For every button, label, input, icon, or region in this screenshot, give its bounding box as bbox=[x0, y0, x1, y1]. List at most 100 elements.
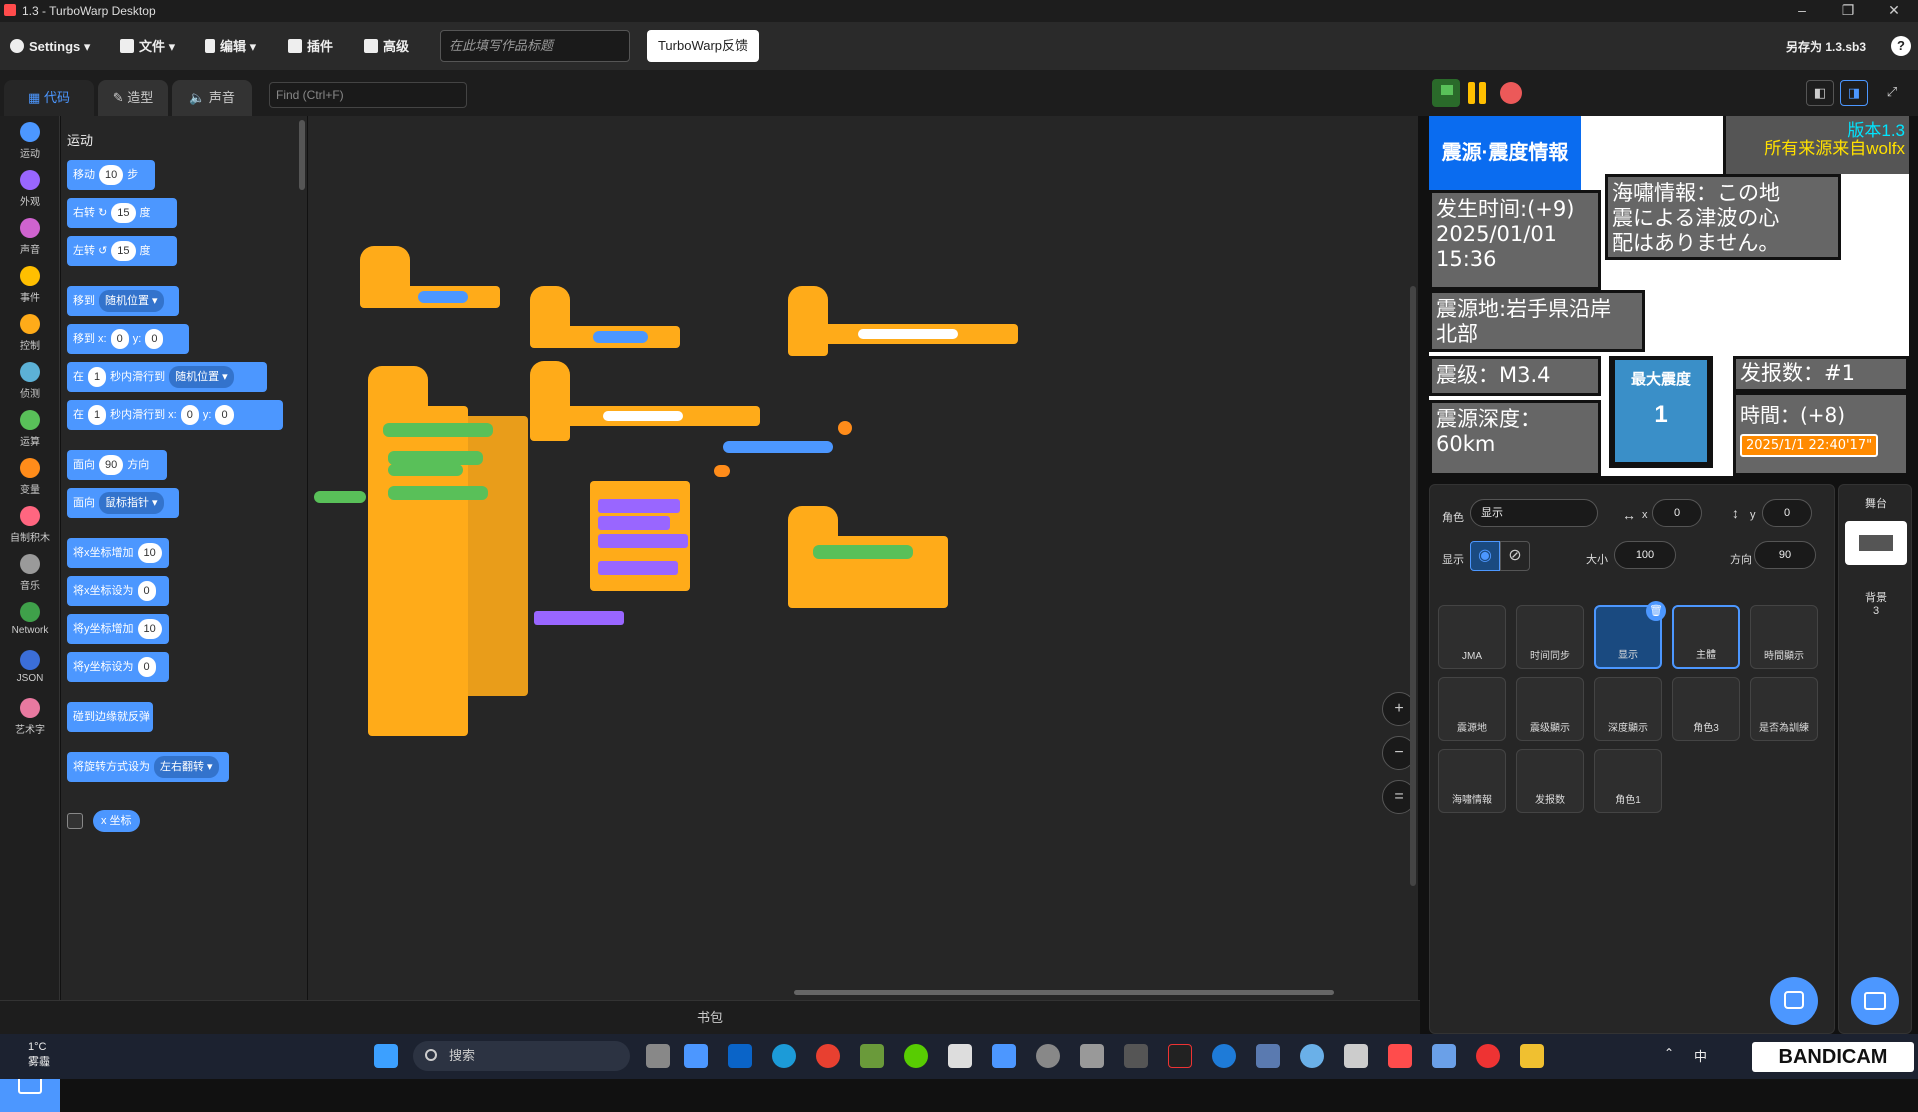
feedback-button[interactable]: TurboWarp反馈 bbox=[647, 30, 759, 62]
help-icon[interactable]: ? bbox=[1891, 36, 1911, 56]
category-11[interactable]: JSON bbox=[0, 650, 60, 684]
sprite-tile[interactable]: 主體 bbox=[1672, 605, 1740, 669]
folder-icon[interactable] bbox=[1520, 1044, 1544, 1068]
set-x-block[interactable]: 将x坐标设为 0 bbox=[67, 576, 169, 606]
category-7[interactable]: 变量 bbox=[0, 458, 60, 496]
save-as-label[interactable]: 另存为 1.3.sb3 bbox=[1786, 38, 1866, 55]
operator-block[interactable] bbox=[813, 545, 913, 559]
hide-eye-icon[interactable]: ⊘ bbox=[1500, 541, 1530, 571]
chevron-up-icon[interactable]: ⌃ bbox=[1664, 1046, 1674, 1060]
green-flag-icon[interactable] bbox=[1432, 79, 1460, 107]
category-5[interactable]: 侦测 bbox=[0, 362, 60, 400]
block-input[interactable]: 1 bbox=[88, 405, 107, 425]
rotation-style-block[interactable]: 将旋转方式设为 左右翻转 ▾ bbox=[67, 752, 229, 782]
block-input[interactable]: 0 bbox=[145, 329, 164, 349]
stop-icon[interactable] bbox=[1500, 82, 1522, 104]
close-button[interactable]: ✕ bbox=[1872, 0, 1916, 22]
sprite-tile[interactable]: 角色1 bbox=[1594, 749, 1662, 813]
pause-icon[interactable] bbox=[1468, 82, 1488, 104]
text-input[interactable] bbox=[858, 329, 958, 339]
notepad-icon[interactable] bbox=[1432, 1044, 1456, 1068]
sprite-tile[interactable]: 显示 🗑 bbox=[1594, 601, 1666, 669]
settings-menu[interactable]: Settings ▾ bbox=[10, 37, 90, 57]
point-towards-block[interactable]: 面向 鼠标指针 ▾ bbox=[67, 488, 179, 518]
operator-block[interactable] bbox=[388, 486, 488, 500]
variable-reporter[interactable] bbox=[714, 465, 730, 477]
palette-scrollbar[interactable] bbox=[299, 120, 305, 190]
block-input[interactable]: 10 bbox=[137, 619, 162, 639]
rotation-style-dropdown[interactable]: 左右翻转 ▾ bbox=[154, 756, 219, 778]
operator-block[interactable] bbox=[388, 451, 483, 465]
operator-block[interactable] bbox=[314, 491, 366, 503]
record-icon[interactable] bbox=[1476, 1044, 1500, 1068]
outlook-icon[interactable] bbox=[728, 1044, 752, 1068]
show-eye-icon[interactable]: ◉ bbox=[1470, 541, 1500, 571]
looks-block[interactable] bbox=[534, 611, 624, 625]
normal-stage-button[interactable]: ◨ bbox=[1840, 80, 1868, 106]
script-block[interactable] bbox=[530, 361, 570, 441]
looks-block[interactable] bbox=[598, 499, 680, 513]
add-backdrop-button[interactable] bbox=[1851, 977, 1899, 1025]
sprite-name-input[interactable]: 显示 bbox=[1470, 499, 1598, 527]
glide-dropdown[interactable]: 随机位置 ▾ bbox=[169, 366, 234, 388]
block-input[interactable]: 10 bbox=[137, 543, 162, 563]
bounce-block[interactable]: 碰到边缘就反弹 bbox=[67, 702, 153, 732]
edge-icon[interactable] bbox=[772, 1044, 796, 1068]
reporter-block[interactable] bbox=[418, 291, 468, 303]
set-y-block[interactable]: 将y坐标设为 0 bbox=[67, 652, 169, 682]
category-10[interactable]: Network bbox=[0, 602, 60, 636]
project-title-input[interactable]: 在此填写作品标题 bbox=[440, 30, 630, 62]
direction-input[interactable]: 90 bbox=[1754, 541, 1816, 569]
text-input[interactable] bbox=[603, 411, 683, 421]
code-workspace[interactable]: + − = bbox=[308, 116, 1418, 1000]
sprite-tile[interactable]: 发报数 bbox=[1516, 749, 1584, 813]
y-input[interactable]: 0 bbox=[1762, 499, 1812, 527]
block-input[interactable]: 0 bbox=[110, 329, 129, 349]
category-8[interactable]: 自制积木 bbox=[0, 506, 60, 544]
category-1[interactable]: 外观 bbox=[0, 170, 60, 208]
operator-block[interactable] bbox=[388, 464, 463, 476]
edit-menu[interactable]: 编辑 ▾ bbox=[205, 37, 256, 57]
maximize-button[interactable]: ❐ bbox=[1826, 0, 1870, 22]
block-input[interactable]: 0 bbox=[180, 405, 199, 425]
change-x-block[interactable]: 将x坐标增加 10 bbox=[67, 538, 169, 568]
tab-costumes[interactable]: ✎ 造型 bbox=[98, 80, 168, 116]
x-position-reporter[interactable]: x 坐标 bbox=[93, 810, 140, 832]
goto-block[interactable]: 移到 随机位置 ▾ bbox=[67, 286, 179, 316]
app-icon[interactable] bbox=[1036, 1044, 1060, 1068]
ime-indicator[interactable]: 中 bbox=[1694, 1046, 1707, 1065]
turn-right-block[interactable]: 右转 ↻ 15 度 bbox=[67, 198, 177, 228]
sprite-tile[interactable]: 角色3 bbox=[1672, 677, 1740, 741]
category-0[interactable]: 运动 bbox=[0, 122, 60, 160]
tab-sounds[interactable]: 🔈 声音 bbox=[172, 80, 252, 116]
change-y-block[interactable]: 将y坐标增加 10 bbox=[67, 614, 169, 644]
backpack[interactable]: 书包 bbox=[0, 1000, 1420, 1034]
weather-widget[interactable]: 1°C 雾霾 bbox=[28, 1040, 50, 1070]
block-input[interactable]: 1 bbox=[88, 367, 107, 387]
sprite-tile[interactable]: 震级顯示 bbox=[1516, 677, 1584, 741]
small-stage-button[interactable]: ◧ bbox=[1806, 80, 1834, 106]
block-input[interactable]: 15 bbox=[111, 241, 136, 261]
addons-menu[interactable]: 插件 bbox=[288, 37, 333, 57]
stage-thumbnail[interactable] bbox=[1845, 521, 1907, 565]
sprite-tile[interactable]: JMA bbox=[1438, 605, 1506, 669]
mail-icon[interactable] bbox=[1080, 1044, 1104, 1068]
find-input[interactable]: Find (Ctrl+F) bbox=[269, 82, 467, 108]
looks-block[interactable] bbox=[598, 534, 688, 548]
block-input[interactable]: 90 bbox=[99, 455, 124, 475]
sprite-tile[interactable]: 深度顯示 bbox=[1594, 677, 1662, 741]
k-app-icon[interactable] bbox=[1212, 1044, 1236, 1068]
stage[interactable]: 震源·震度情報 版本1.3 所有来源来自wolfx 发生时间:(+9) 2025… bbox=[1429, 116, 1909, 476]
shield-icon[interactable] bbox=[1256, 1044, 1280, 1068]
chrome-icon[interactable] bbox=[816, 1044, 840, 1068]
goto-dropdown[interactable]: 随机位置 ▾ bbox=[99, 290, 164, 312]
looks-block[interactable] bbox=[598, 561, 678, 575]
task-view-icon[interactable] bbox=[646, 1044, 670, 1068]
app-icon[interactable] bbox=[948, 1044, 972, 1068]
category-4[interactable]: 控制 bbox=[0, 314, 60, 352]
windows-start-icon[interactable] bbox=[374, 1044, 398, 1068]
category-3[interactable]: 事件 bbox=[0, 266, 60, 304]
sprite-tile[interactable]: 时间同步 bbox=[1516, 605, 1584, 669]
minecraft-icon[interactable] bbox=[860, 1044, 884, 1068]
turn-left-block[interactable]: 左转 ↺ 15 度 bbox=[67, 236, 177, 266]
